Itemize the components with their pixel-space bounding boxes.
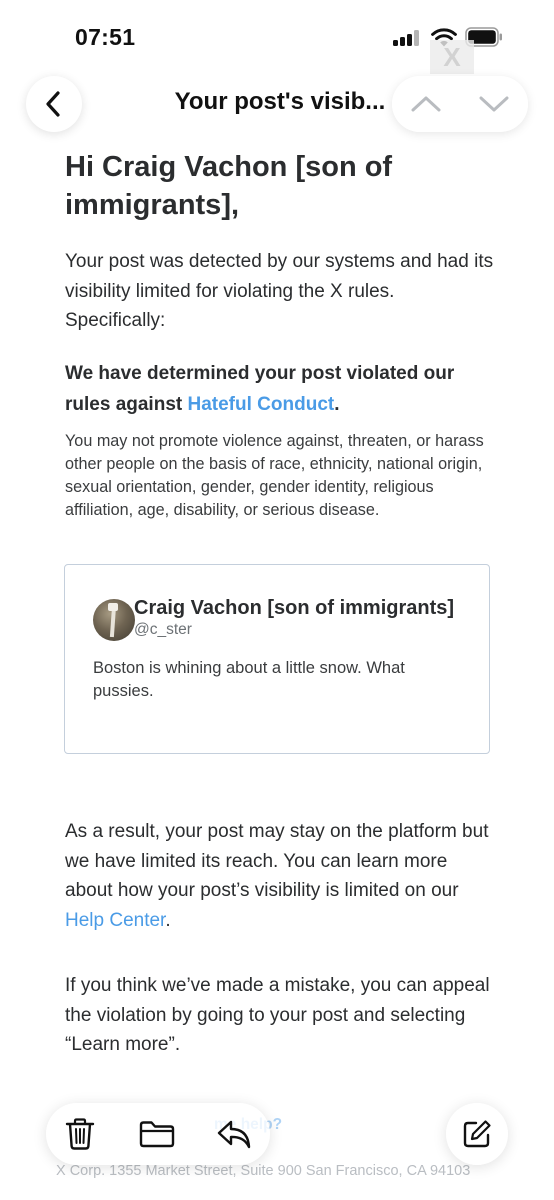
hateful-conduct-link[interactable]: Hateful Conduct	[188, 394, 335, 415]
chevron-down-icon	[479, 96, 509, 112]
status-time: 07:51	[75, 24, 136, 50]
chevron-up-icon	[411, 96, 441, 112]
result-period: .	[165, 909, 171, 931]
post-card[interactable]: Craig Vachon [son of immigrants] @c_ster…	[64, 564, 490, 754]
mail-action-toolbar	[46, 1103, 270, 1165]
next-message-button[interactable]	[460, 76, 528, 132]
reply-icon	[217, 1120, 251, 1149]
chevron-left-icon	[46, 91, 60, 117]
post-author-handle: @c_ster	[134, 621, 192, 638]
help-center-link[interactable]: Help Center	[65, 910, 165, 931]
avatar	[93, 599, 135, 641]
determination-paragraph: We have determined your post violated ou…	[65, 358, 495, 420]
policy-paragraph: You may not promote violence against, th…	[65, 431, 484, 519]
back-button[interactable]	[26, 76, 82, 132]
intro-paragraph: Your post was detected by our systems an…	[65, 251, 494, 331]
result-paragraph: As a result, your post may stay on the p…	[65, 817, 497, 935]
determination-period: .	[334, 393, 340, 415]
cellular-signal-icon	[393, 30, 423, 46]
post-text: Boston is whining about a little snow. W…	[93, 659, 405, 700]
message-navigation	[392, 76, 528, 132]
compose-icon	[463, 1120, 491, 1148]
email-body: Hi Craig Vachon [son of immigrants], You…	[65, 148, 495, 522]
reply-button[interactable]	[206, 1103, 262, 1165]
compose-button[interactable]	[446, 1103, 508, 1165]
trash-icon	[65, 1118, 95, 1150]
move-to-folder-button[interactable]	[129, 1103, 185, 1165]
footer-address: X Corp. 1355 Market Street, Suite 900 Sa…	[56, 1163, 471, 1179]
appeal-paragraph: If you think we’ve made a mistake, you c…	[65, 975, 490, 1055]
post-author-name: Craig Vachon [son of immigrants]	[134, 597, 455, 619]
greeting-heading: Hi Craig Vachon [son of immigrants],	[65, 151, 393, 221]
status-bar: 07:51 X	[0, 0, 554, 74]
email-body-continued: As a result, your post may stay on the p…	[65, 817, 497, 1060]
x-logo-icon: X	[430, 40, 474, 74]
result-text: As a result, your post may stay on the p…	[65, 821, 489, 901]
folder-icon	[139, 1121, 175, 1148]
delete-button[interactable]	[52, 1103, 108, 1165]
previous-message-button[interactable]	[392, 76, 460, 132]
nav-bar: Your post's visib...	[0, 76, 554, 136]
